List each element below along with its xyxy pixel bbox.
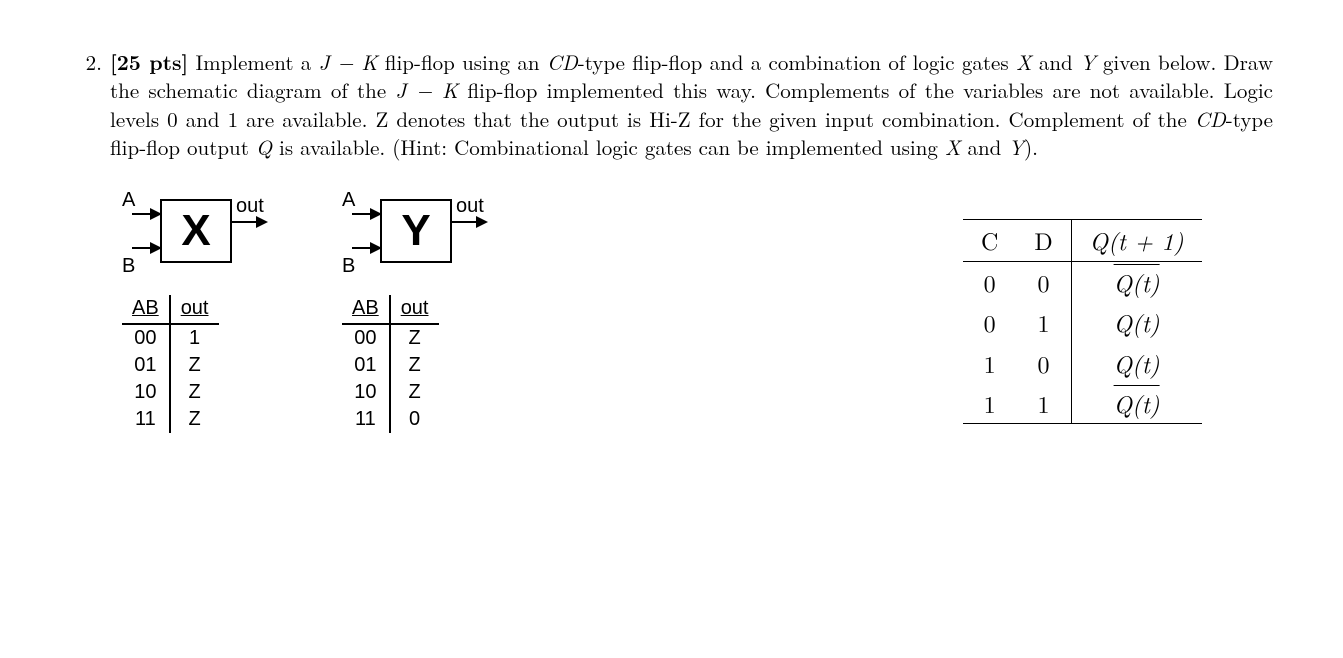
cd-cell: 0	[1016, 343, 1071, 383]
tt-cell: 0	[390, 406, 439, 433]
tt-cell: 00	[122, 324, 170, 352]
cd-term: CD	[547, 47, 578, 77]
gate-y-block: A B Y out	[342, 191, 532, 277]
gate-x-block: A B X out	[122, 191, 312, 277]
problem-number: 2.	[72, 48, 110, 433]
text-part: -type flip-flop and a combination of log…	[578, 47, 1016, 77]
tt-cell: 10	[342, 379, 390, 406]
text-part: ).	[1024, 132, 1038, 162]
cd-cell: 0	[1016, 261, 1071, 302]
cd-cell: 1	[963, 383, 1016, 424]
text-part: Implement a	[188, 47, 318, 77]
table-row: 0 1 Q(t)	[963, 302, 1202, 342]
jk-term: J − K	[319, 47, 378, 77]
tt-cell: 00	[342, 324, 390, 352]
cd-cell: 1	[1016, 302, 1071, 342]
y-term: Y	[1008, 132, 1024, 162]
table-row: 1 0 Q(t)	[963, 343, 1202, 383]
gate-y-input-b-label: B	[342, 253, 355, 280]
tt-cell: 11	[122, 406, 170, 433]
cd-header-c: C	[963, 220, 1016, 261]
problem: 2. [25 pts] Implement a J − K flip-flop …	[72, 48, 1273, 433]
cd-cell-q: Q(t)	[1071, 343, 1201, 383]
points-label: 25 pts	[117, 47, 182, 77]
tt-cell: 10	[122, 379, 170, 406]
tt-cell: Z	[390, 352, 439, 379]
gate-y-truth-table: AB out 00Z 01Z 10Z 110	[342, 295, 439, 433]
points-bracket-open: [	[110, 47, 117, 77]
tt-cell: Z	[390, 379, 439, 406]
y-term: Y	[1080, 47, 1096, 77]
x-term: X	[1016, 47, 1032, 77]
problem-text: [25 pts] Implement a J − K flip-flop usi…	[110, 48, 1273, 433]
page: 2. [25 pts] Implement a J − K flip-flop …	[0, 0, 1343, 658]
text-part: and	[961, 132, 1009, 162]
gate-y-input-a-label: A	[342, 187, 355, 214]
gate-x-input-b-label: B	[122, 253, 135, 280]
table-row: 110	[342, 406, 439, 433]
tt-cell: Z	[170, 406, 219, 433]
tt-header-out: out	[390, 295, 439, 324]
tt-cell: 1	[170, 324, 219, 352]
table-row: 11Z	[122, 406, 219, 433]
cd-cell-q: Q(t)	[1071, 302, 1201, 342]
gate-x-column: A B X out AB	[122, 191, 342, 433]
cd-table-column: C D Q(t + 1) 0 0 Q(t)	[963, 219, 1263, 424]
text-part: flip-flop using an	[377, 47, 546, 77]
tt-header-ab: AB	[342, 295, 390, 324]
cd-cell-q: Q(t)	[1071, 261, 1201, 302]
gate-x-box: X	[160, 199, 232, 263]
table-row: 10Z	[122, 379, 219, 406]
table-row: 01Z	[122, 352, 219, 379]
figures-row: A B X out AB	[110, 191, 1273, 433]
text-part: is available. (Hint: Combinational logic…	[272, 132, 945, 162]
tt-header-ab: AB	[122, 295, 170, 324]
arrow-icon	[476, 216, 488, 228]
tt-cell: 01	[122, 352, 170, 379]
q-term: Q	[256, 132, 272, 162]
table-row: 1 1 Q(t)	[963, 383, 1202, 424]
tt-header-out: out	[170, 295, 219, 324]
tt-cell: Z	[170, 352, 219, 379]
cd-cell-q: Q(t)	[1071, 383, 1201, 424]
gate-x-input-a-label: A	[122, 187, 135, 214]
cd-cell: 0	[963, 261, 1016, 302]
tt-cell: 11	[342, 406, 390, 433]
gate-y-box: Y	[380, 199, 452, 263]
table-row: 01Z	[342, 352, 439, 379]
cd-term: CD	[1195, 104, 1226, 134]
table-row: 00Z	[342, 324, 439, 352]
cd-header-q: Q(t + 1)	[1071, 220, 1201, 261]
table-row: 0 0 Q(t)	[963, 261, 1202, 302]
text-part: and	[1032, 47, 1080, 77]
cd-cell: 1	[1016, 383, 1071, 424]
cd-cell: 1	[963, 343, 1016, 383]
arrow-icon	[256, 216, 268, 228]
table-row: 001	[122, 324, 219, 352]
cd-cell: 0	[963, 302, 1016, 342]
gate-x-truth-table: AB out 001 01Z 10Z 11Z	[122, 295, 219, 433]
jk-term: J − K	[395, 75, 458, 105]
cd-characteristic-table: C D Q(t + 1) 0 0 Q(t)	[963, 219, 1202, 424]
table-row: 10Z	[342, 379, 439, 406]
tt-cell: Z	[170, 379, 219, 406]
tt-cell: 01	[342, 352, 390, 379]
cd-header-d: D	[1016, 220, 1071, 261]
gate-y-column: A B Y out AB	[342, 191, 602, 433]
tt-cell: Z	[390, 324, 439, 352]
x-term: X	[945, 132, 961, 162]
